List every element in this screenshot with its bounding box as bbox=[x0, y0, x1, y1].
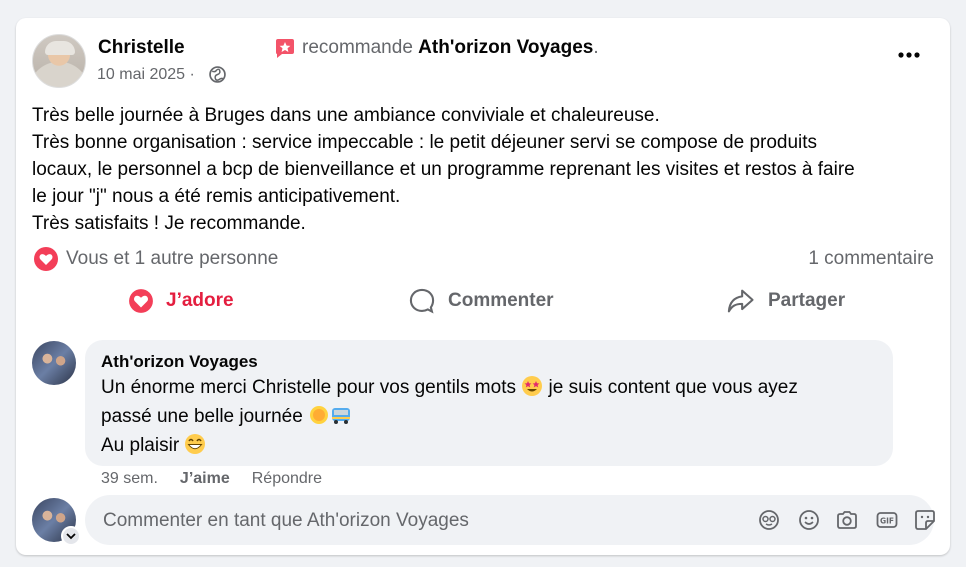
avatar-sticker-icon[interactable] bbox=[757, 508, 781, 532]
reactions-summary[interactable]: Vous et 1 autre personne bbox=[66, 248, 278, 270]
comment-bubble: Ath'orizon Voyages Un énorme merci Chris… bbox=[85, 340, 893, 466]
globe-icon bbox=[209, 66, 226, 83]
recommendation-line: recommande Ath'orizon Voyages. bbox=[302, 37, 599, 59]
love-button[interactable]: J’adore bbox=[128, 284, 234, 318]
heart-reaction-icon[interactable] bbox=[34, 247, 58, 271]
share-button[interactable]: Partager bbox=[726, 284, 845, 318]
recommend-icon bbox=[276, 39, 294, 58]
svg-text:GIF: GIF bbox=[880, 517, 894, 526]
chevron-down-icon[interactable] bbox=[61, 526, 81, 546]
grinning-emoji-icon bbox=[185, 434, 206, 454]
comments-count[interactable]: 1 commentaire bbox=[808, 248, 934, 270]
star-struck-emoji-icon bbox=[522, 376, 543, 396]
comment-text-line: Un énorme merci Christelle pour vos gent… bbox=[101, 377, 516, 398]
comment-author[interactable]: Ath'orizon Voyages bbox=[101, 352, 877, 372]
share-label: Partager bbox=[768, 290, 846, 311]
rec-suffix: . bbox=[593, 37, 599, 58]
bus-emoji-icon bbox=[332, 408, 351, 424]
more-icon[interactable] bbox=[896, 50, 922, 60]
commenter-avatar[interactable] bbox=[32, 341, 76, 385]
comment-text-line: passé une belle journée bbox=[101, 406, 309, 427]
comment-time[interactable]: 39 sem. bbox=[101, 470, 158, 488]
camera-icon[interactable] bbox=[835, 508, 859, 532]
comment-input[interactable] bbox=[101, 495, 705, 547]
share-icon bbox=[727, 289, 754, 313]
comment-like-link[interactable]: J’aime bbox=[180, 470, 230, 488]
comment-label: Commenter bbox=[448, 290, 554, 311]
rec-prefix: recommande bbox=[302, 37, 419, 58]
post-line: locaux, le personnel a bcp de bienveilla… bbox=[32, 159, 855, 180]
love-label: J’adore bbox=[166, 290, 234, 311]
comment-text: Un énorme merci Christelle pour vos gent… bbox=[101, 373, 877, 460]
post-line: le jour "j" nous a été remis anticipativ… bbox=[32, 186, 401, 207]
post-line: Très bonne organisation : service impecc… bbox=[32, 132, 818, 153]
comment-icon bbox=[409, 288, 435, 314]
comment-button[interactable]: Commenter bbox=[408, 284, 554, 318]
post-line: Très satisfaits ! Je recommande. bbox=[32, 213, 306, 234]
post-card: Christelle 10 mai 2025 · recommande Ath'… bbox=[16, 18, 950, 555]
comment-reply-link[interactable]: Répondre bbox=[252, 470, 322, 488]
heart-icon bbox=[129, 289, 153, 313]
recommended-page-link[interactable]: Ath'orizon Voyages bbox=[418, 37, 593, 58]
comment-meta: 39 sem. J’aime Répondre bbox=[101, 470, 322, 488]
author-avatar[interactable] bbox=[32, 34, 86, 88]
comment-text-line: Au plaisir bbox=[101, 435, 185, 456]
gif-icon[interactable]: GIF bbox=[875, 508, 899, 532]
post-line: Très belle journée à Bruges dans une amb… bbox=[32, 105, 660, 126]
author-name[interactable]: Christelle bbox=[98, 37, 185, 59]
sun-emoji-icon bbox=[310, 406, 329, 424]
post-body: Très belle journée à Bruges dans une amb… bbox=[32, 102, 938, 237]
comment-composer: GIF bbox=[85, 495, 937, 547]
comment-text-line: je suis content que vous ayez bbox=[543, 377, 798, 398]
emoji-icon[interactable] bbox=[797, 508, 821, 532]
post-date[interactable]: 10 mai 2025 · bbox=[97, 66, 195, 84]
sticker-icon[interactable] bbox=[913, 508, 937, 532]
